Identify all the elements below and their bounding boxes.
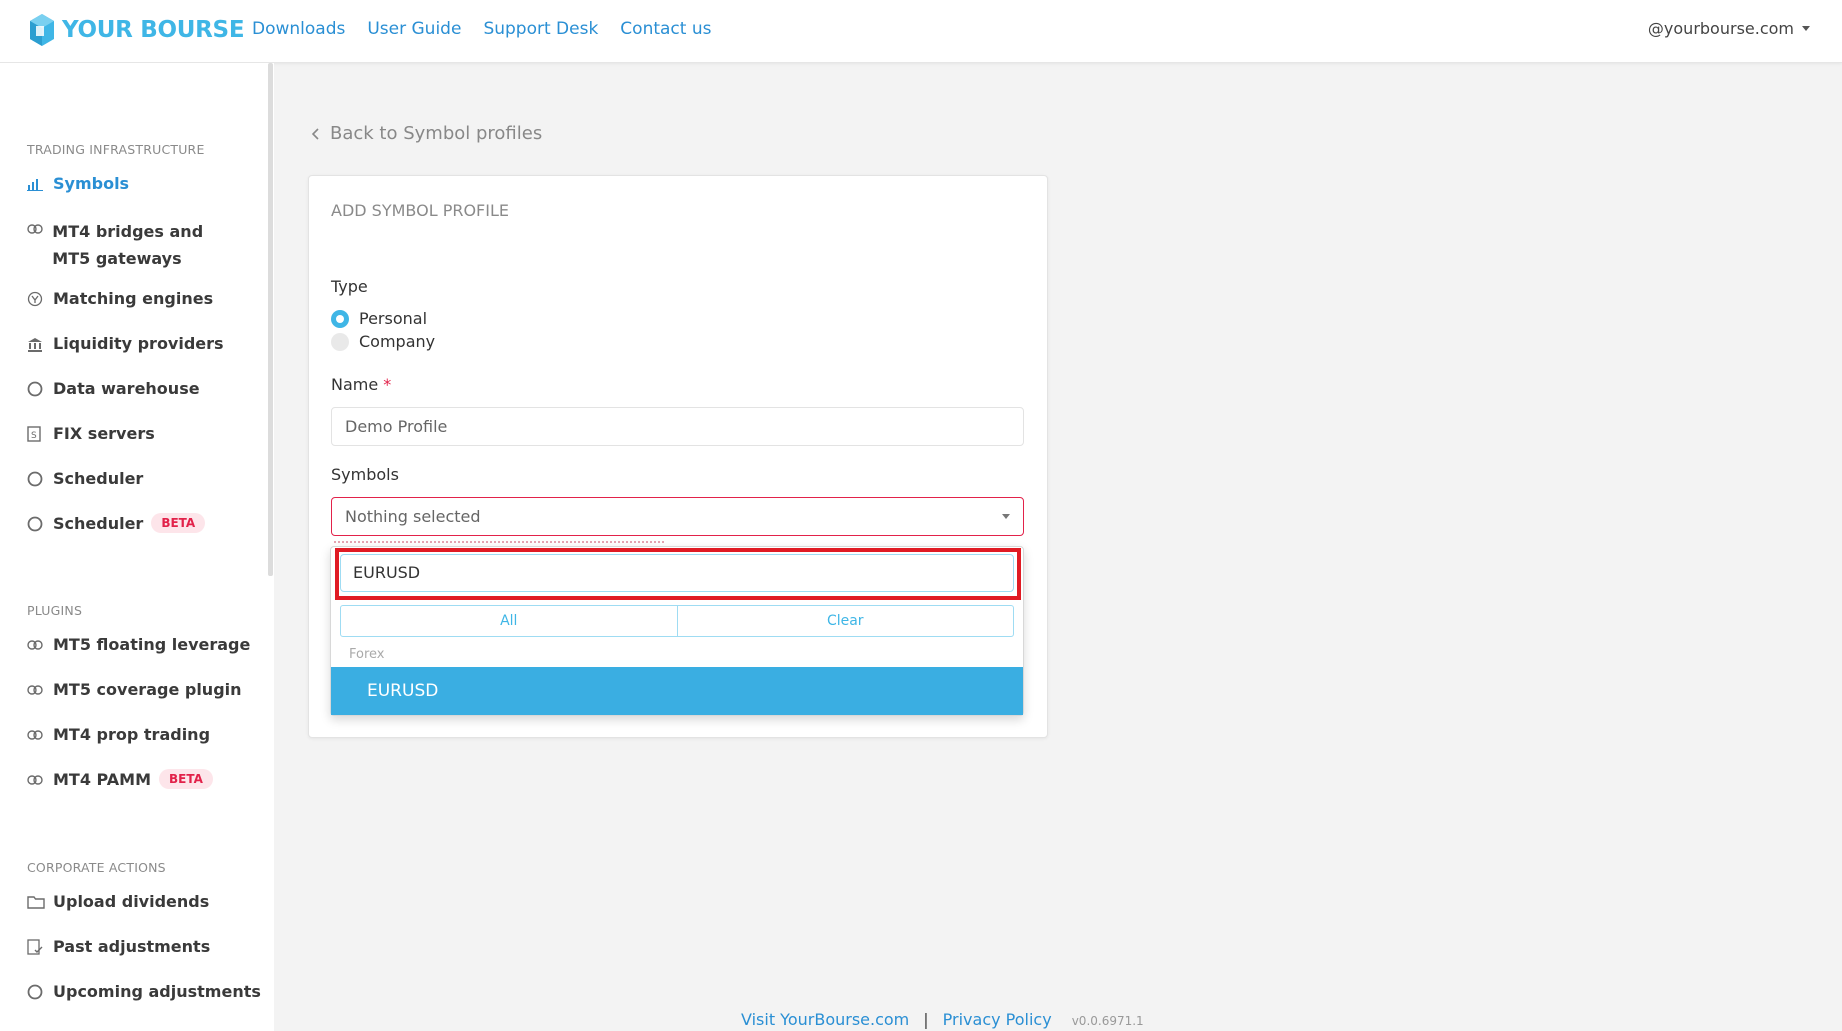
name-label: Name * [331,375,392,394]
option-group-label: Forex [349,647,385,662]
beta-badge: BETA [151,513,206,533]
plugin-icon [27,634,53,656]
top-nav: Downloads User Guide Support Desk Contac… [252,19,711,39]
footer-separator: | [923,1010,929,1029]
circle-icon [27,378,53,400]
sidebar-scrollbar[interactable] [268,63,273,576]
dropdown-option-eurusd[interactable]: EURUSD [331,667,1023,715]
top-bar: YOUR BOURSE Downloads User Guide Support… [0,0,1842,63]
name-input[interactable]: Demo Profile [331,407,1024,446]
version-label: v0.0.6971.1 [1071,1014,1144,1028]
symbols-select-value: Nothing selected [345,507,481,526]
chevron-left-icon [312,127,319,140]
sidebar-section-trading: TRADING INFRASTRUCTURE [27,142,205,157]
sidebar-item-label: Symbols [53,174,130,193]
sidebar-item-upload-dividends[interactable]: Upload dividends [27,891,209,913]
sidebar-section-corporate-actions: CORPORATE ACTIONS [27,860,166,875]
symbols-select[interactable]: Nothing selected [331,497,1024,536]
sidebar-item-label: MT5 floating leverage [53,635,251,654]
nav-contact-us[interactable]: Contact us [620,19,711,39]
circle-icon [27,513,53,535]
radio-checked-icon [331,309,349,328]
folder-icon [27,891,53,913]
chevron-down-icon [1002,514,1010,519]
required-mark: * [383,375,392,394]
footer: Visit YourBourse.com | Privacy Policy v0… [741,1010,1144,1029]
back-link[interactable]: Back to Symbol profiles [312,123,542,144]
type-radio-company[interactable]: Company [331,332,435,351]
sidebar-item-matching-engines[interactable]: Matching engines [27,288,213,310]
symbols-label: Symbols [331,465,399,484]
select-actions: All Clear [340,605,1014,637]
validation-hint [334,541,664,545]
sidebar-item-label: Scheduler [53,514,144,533]
logo-icon [30,14,54,46]
sidebar: TRADING INFRASTRUCTURE Symbols MT4 bridg… [0,63,274,1031]
footer-privacy-link[interactable]: Privacy Policy [943,1010,1052,1029]
radio-label: Personal [359,309,428,328]
checklist-icon [27,936,53,958]
radio-label: Company [359,332,436,351]
sidebar-item-scheduler[interactable]: Scheduler [27,468,143,490]
sidebar-item-label: MT4 PAMM [53,770,152,789]
user-menu[interactable]: @yourbourse.com [1648,19,1810,38]
sidebar-item-label: MT4 bridges and MT5 gateways [52,222,204,268]
sidebar-item-symbols[interactable]: Symbols [27,173,129,195]
nav-user-guide[interactable]: User Guide [367,19,461,39]
brand-logo[interactable]: YOUR BOURSE [28,12,245,48]
sidebar-item-upcoming-adjustments[interactable]: Upcoming adjustments [27,981,261,1003]
sidebar-item-liquidity-providers[interactable]: Liquidity providers [27,333,224,355]
sidebar-item-mt4-pamm[interactable]: MT4 PAMM BETA [27,769,213,791]
sidebar-item-label: Data warehouse [53,379,200,398]
plugin-icon [27,679,53,701]
type-label: Type [331,277,368,296]
sidebar-item-label: MT4 prop trading [53,725,211,744]
sidebar-item-mt4-prop-trading[interactable]: MT4 prop trading [27,724,210,746]
beta-badge: BETA [159,769,213,789]
sidebar-item-mt5-coverage-plugin[interactable]: MT5 coverage plugin [27,679,242,701]
sidebar-item-mt5-floating-leverage[interactable]: MT5 floating leverage [27,634,250,656]
type-radio-personal[interactable]: Personal [331,309,427,328]
sidebar-item-label: Upcoming adjustments [53,982,261,1001]
bridge-icon [27,218,52,240]
sidebar-item-label: Scheduler [53,469,144,488]
chevron-down-icon [1802,26,1810,31]
sidebar-item-scheduler-beta[interactable]: Scheduler BETA [27,513,206,535]
nav-support-desk[interactable]: Support Desk [483,19,598,39]
bank-icon [27,333,53,355]
sidebar-item-label: MT5 coverage plugin [53,680,242,699]
sidebar-item-label: Past adjustments [53,937,211,956]
card-title: ADD SYMBOL PROFILE [331,201,509,220]
back-link-label: Back to Symbol profiles [330,123,543,144]
radio-unchecked-icon [331,332,349,351]
annotation-highlight-box [335,548,1021,600]
clear-button[interactable]: Clear [677,605,1014,637]
footer-visit-link[interactable]: Visit YourBourse.com [741,1010,909,1029]
plugin-icon [27,769,53,791]
nav-downloads[interactable]: Downloads [252,19,345,39]
sidebar-item-label: Matching engines [53,289,214,308]
sidebar-section-plugins: PLUGINS [27,603,83,618]
user-email: @yourbourse.com [1647,19,1794,38]
sidebar-item-label: Liquidity providers [53,334,224,353]
server-icon: S [27,423,53,445]
engine-icon [27,288,53,310]
sidebar-item-past-adjustments[interactable]: Past adjustments [27,936,210,958]
brand-name: YOUR BOURSE [62,17,245,43]
sidebar-item-data-warehouse[interactable]: Data warehouse [27,378,200,400]
sidebar-item-label: Upload dividends [53,892,210,911]
svg-text:S: S [31,431,37,441]
sidebar-item-mt4-bridges[interactable]: MT4 bridges and MT5 gateways [27,218,237,272]
circle-icon [27,468,53,490]
circle-icon [27,981,53,1003]
select-all-button[interactable]: All [340,605,678,637]
sidebar-item-fix-servers[interactable]: S FIX servers [27,423,155,445]
bar-chart-icon [27,173,53,195]
plugin-icon [27,724,53,746]
sidebar-item-label: FIX servers [53,424,155,443]
